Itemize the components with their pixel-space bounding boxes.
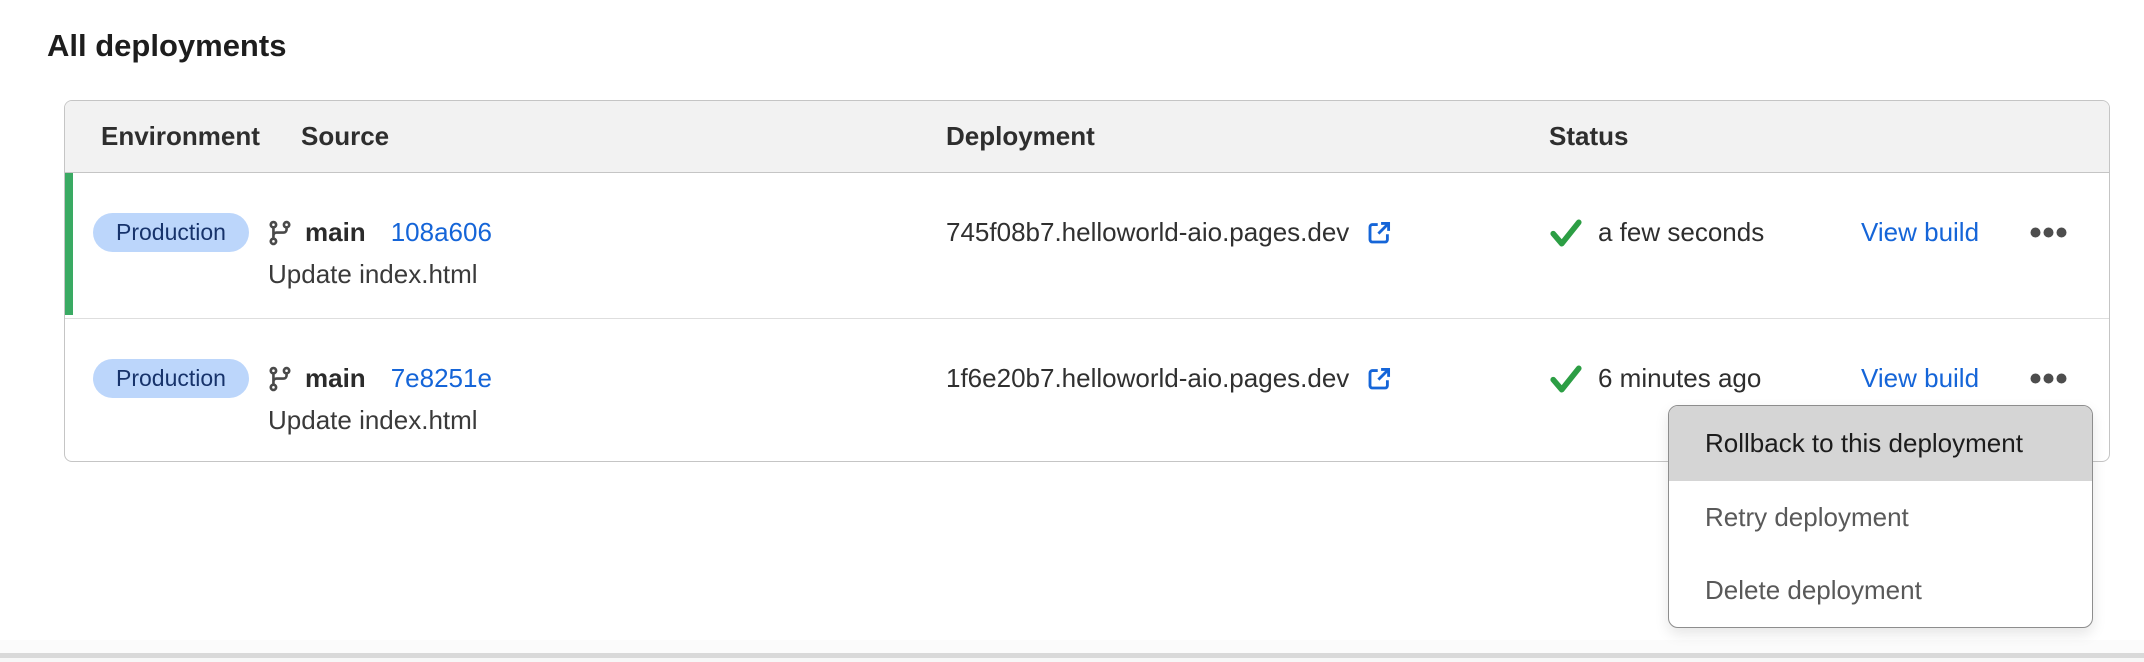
success-check-icon xyxy=(1549,218,1583,248)
source-cell: main 108a606 Update index.html xyxy=(265,173,945,291)
menu-item-rollback[interactable]: Rollback to this deployment xyxy=(1669,406,2092,481)
commit-message: Update index.html xyxy=(268,403,945,437)
column-header-deployment: Deployment xyxy=(945,121,1545,152)
menu-cell xyxy=(2003,173,2109,252)
column-header-source: Source xyxy=(265,121,945,152)
table-row: Production main 108a606 Update index.htm… xyxy=(65,173,2109,319)
action-cell: View build xyxy=(1853,173,2003,252)
commit-link[interactable]: 108a606 xyxy=(391,217,492,248)
status-time: a few seconds xyxy=(1598,217,1764,248)
environment-badge: Production xyxy=(93,359,249,398)
page-title: All deployments xyxy=(47,28,286,64)
ellipsis-icon xyxy=(2030,227,2067,238)
deployment-url: 1f6e20b7.helloworld-aio.pages.dev xyxy=(946,363,1349,394)
status-cell: a few seconds xyxy=(1545,173,1853,252)
success-check-icon xyxy=(1549,364,1583,394)
column-header-status: Status xyxy=(1545,121,1853,152)
row-overflow-menu-button[interactable] xyxy=(2018,213,2078,252)
page-bottom-edge xyxy=(0,658,2144,662)
external-link-icon[interactable] xyxy=(1364,218,1394,248)
menu-item-delete[interactable]: Delete deployment xyxy=(1669,554,2092,627)
status-cell: 6 minutes ago xyxy=(1545,319,1853,398)
git-branch-icon xyxy=(266,219,294,247)
action-cell: View build xyxy=(1853,319,2003,398)
external-link-icon[interactable] xyxy=(1364,364,1394,394)
environment-cell: Production xyxy=(65,319,265,398)
column-header-environment: Environment xyxy=(65,121,265,152)
deployments-page: All deployments Environment Source Deplo… xyxy=(0,0,2144,662)
deployment-cell: 745f08b7.helloworld-aio.pages.dev xyxy=(945,173,1545,252)
deployment-actions-menu: Rollback to this deployment Retry deploy… xyxy=(1668,405,2093,628)
source-cell: main 7e8251e Update index.html xyxy=(265,319,945,437)
deployment-url: 745f08b7.helloworld-aio.pages.dev xyxy=(946,217,1349,248)
environment-cell: Production xyxy=(65,173,265,252)
menu-item-retry[interactable]: Retry deployment xyxy=(1669,481,2092,554)
status-time: 6 minutes ago xyxy=(1598,363,1761,394)
branch-name: main xyxy=(305,217,366,248)
commit-message: Update index.html xyxy=(268,257,945,291)
page-bottom-band xyxy=(0,640,2144,653)
view-build-link[interactable]: View build xyxy=(1861,213,1979,252)
deployment-cell: 1f6e20b7.helloworld-aio.pages.dev xyxy=(945,319,1545,398)
ellipsis-icon xyxy=(2030,373,2067,384)
commit-link[interactable]: 7e8251e xyxy=(391,363,492,394)
git-branch-icon xyxy=(266,365,294,393)
branch-name: main xyxy=(305,363,366,394)
view-build-link[interactable]: View build xyxy=(1861,359,1979,398)
environment-badge: Production xyxy=(93,213,249,252)
row-overflow-menu-button[interactable] xyxy=(2018,359,2078,398)
table-header-row: Environment Source Deployment Status xyxy=(65,101,2109,173)
menu-cell xyxy=(2003,319,2109,398)
